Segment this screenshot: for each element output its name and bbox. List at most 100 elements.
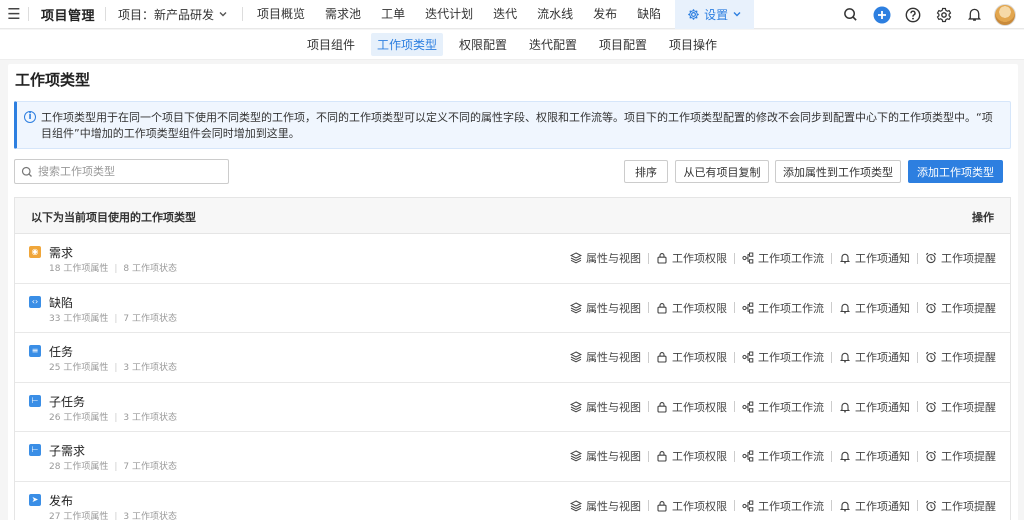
project-title: 项目管理 [41, 8, 96, 24]
tab-project-components[interactable]: 项目组件 [301, 33, 361, 56]
action-notifications[interactable]: 工作项通知 [839, 399, 910, 415]
action-label: 工作项提醒 [941, 499, 996, 513]
action-workflow[interactable]: 工作项工作流 [742, 300, 824, 316]
state-count: 3 工作项状态 [123, 363, 177, 373]
type-name[interactable]: 任务 [49, 343, 73, 360]
action-workflow[interactable]: 工作项工作流 [742, 250, 824, 266]
work-item-type-table: 以下为当前项目使用的工作项类型 操作 ◉ 需求 18 工作项属性 | 8 工作项状态 属性… [14, 197, 1011, 520]
action-permissions[interactable]: 工作项权限 [656, 349, 727, 365]
search-input[interactable] [38, 165, 218, 178]
project-select[interactable]: 项目：新产品研发 [106, 6, 242, 23]
avatar[interactable] [994, 3, 1016, 26]
layers-icon [570, 400, 582, 413]
workflow-icon [742, 302, 754, 314]
type-name[interactable]: 缺陷 [49, 294, 73, 311]
table-row[interactable]: ⊢ 子需求 28 工作项属性 | 7 工作项状态 属性与视图 工作项权限 工作项工作流 工作项通… [15, 432, 1010, 482]
tab-project-operations[interactable]: 项目操作 [663, 33, 723, 56]
chevron-down-icon [219, 12, 227, 17]
nav-item-bugs[interactable]: 缺陷 [627, 0, 671, 29]
search-icon[interactable] [835, 0, 866, 29]
meta-separator: | [114, 363, 118, 373]
table-row[interactable]: ➤ 发布 27 工作项属性 | 3 工作项状态 属性与视图 工作项权限 工作项工作流 工作项通知… [15, 482, 1010, 520]
action-permissions[interactable]: 工作项权限 [656, 300, 727, 316]
action-workflow[interactable]: 工作项工作流 [742, 448, 824, 464]
top-nav: ☰ 项目管理 项目：新产品研发 项目概览 需求池 工单 迭代计划 迭代 流水线 … [0, 0, 1024, 29]
action-workflow[interactable]: 工作项工作流 [742, 498, 824, 514]
table-row[interactable]: ◉ 需求 18 工作项属性 | 8 工作项状态 属性与视图 工作项权限 工作项工作流 工作项通知… [15, 234, 1010, 284]
action-attributes-views[interactable]: 属性与视图 [570, 399, 641, 415]
action-attributes-views[interactable]: 属性与视图 [570, 250, 641, 266]
project-select-label: 项目：新产品研发 [118, 7, 215, 22]
sort-button[interactable]: 排序 [624, 160, 668, 183]
action-notifications[interactable]: 工作项通知 [839, 448, 910, 464]
send-icon: ➤ [29, 493, 41, 506]
help-icon[interactable] [897, 0, 928, 29]
nav-item-tickets[interactable]: 工单 [371, 0, 415, 29]
action-separator [831, 252, 832, 264]
action-reminders[interactable]: 工作项提醒 [925, 349, 996, 365]
search-box[interactable] [14, 159, 229, 184]
alarm-clock-icon [925, 500, 937, 512]
layers-icon [570, 499, 582, 512]
state-count: 7 工作项状态 [123, 313, 177, 324]
type-name[interactable]: 发布 [49, 492, 73, 509]
workflow-icon [742, 351, 754, 363]
table-row[interactable]: ⊢ 子任务 26 工作项属性 | 3 工作项状态 属性与视图 工作项权限 工作项工作流 工作项通… [15, 383, 1010, 432]
action-permissions[interactable]: 工作项权限 [656, 399, 727, 415]
type-meta: 25 工作项属性 | 3 工作项状态 [49, 360, 177, 373]
action-workflow[interactable]: 工作项工作流 [742, 399, 824, 415]
meta-separator: | [114, 462, 118, 472]
settings-subnav: 项目组件 工作项类型 权限配置 迭代配置 项目配置 项目操作 [0, 30, 1024, 60]
action-permissions[interactable]: 工作项权限 [656, 448, 727, 464]
action-attributes-views[interactable]: 属性与视图 [570, 448, 641, 464]
action-attributes-views[interactable]: 属性与视图 [570, 349, 641, 365]
nav-item-pipeline[interactable]: 流水线 [527, 0, 583, 29]
action-attributes-views[interactable]: 属性与视图 [570, 498, 641, 514]
nav-item-release[interactable]: 发布 [583, 0, 627, 29]
attr-count: 33 工作项属性 [49, 313, 109, 324]
bell-icon[interactable] [959, 0, 990, 29]
nav-item-sprint[interactable]: 迭代 [483, 0, 527, 29]
type-name[interactable]: 子需求 [49, 442, 85, 459]
lock-icon [656, 450, 668, 462]
menu-icon[interactable]: ☰ [0, 0, 28, 29]
nav-item-settings[interactable]: 设置 [675, 0, 755, 29]
tab-project-config[interactable]: 项目配置 [593, 33, 653, 56]
type-meta: 27 工作项属性 | 3 工作项状态 [49, 509, 177, 520]
action-label: 工作项提醒 [941, 252, 996, 265]
action-notifications[interactable]: 工作项通知 [839, 250, 910, 266]
action-reminders[interactable]: 工作项提醒 [925, 498, 996, 514]
action-permissions[interactable]: 工作项权限 [656, 250, 727, 266]
action-reminders[interactable]: 工作项提醒 [925, 300, 996, 316]
copy-from-project-button[interactable]: 从已有项目复制 [675, 160, 769, 183]
workflow-icon [742, 252, 754, 264]
action-label: 工作项工作流 [758, 400, 824, 414]
add-work-item-type-button[interactable]: 添加工作项类型 [908, 160, 1003, 183]
action-label: 工作项通知 [855, 450, 910, 463]
type-name[interactable]: 子任务 [49, 393, 85, 410]
nav-item-overview[interactable]: 项目概览 [243, 0, 315, 29]
action-reminders[interactable]: 工作项提醒 [925, 399, 996, 415]
action-workflow[interactable]: 工作项工作流 [742, 349, 824, 365]
table-row[interactable]: ‹› 缺陷 33 工作项属性 | 7 工作项状态 属性与视图 工作项权限 工作项工作流 工作项通… [15, 284, 1010, 333]
nav-item-backlog[interactable]: 需求池 [315, 0, 371, 29]
nav-item-sprint-plan[interactable]: 迭代计划 [415, 0, 483, 29]
action-attributes-views[interactable]: 属性与视图 [570, 300, 641, 316]
action-reminders[interactable]: 工作项提醒 [925, 250, 996, 266]
action-reminders[interactable]: 工作项提醒 [925, 448, 996, 464]
table-row[interactable]: ≡ 任务 25 工作项属性 | 3 工作项状态 属性与视图 工作项权限 工作项工作流 工作项通知… [15, 333, 1010, 383]
layers-icon [570, 450, 582, 462]
action-notifications[interactable]: 工作项通知 [839, 349, 910, 365]
gear-icon[interactable] [928, 0, 959, 29]
row-actions: 属性与视图 工作项权限 工作项工作流 工作项通知 工作项提醒 [570, 448, 996, 464]
action-notifications[interactable]: 工作项通知 [839, 498, 910, 514]
tab-sprint-config[interactable]: 迭代配置 [523, 33, 583, 56]
add-attribute-button[interactable]: 添加属性到工作项类型 [775, 160, 901, 183]
action-notifications[interactable]: 工作项通知 [839, 300, 910, 316]
type-name[interactable]: 需求 [49, 244, 73, 261]
action-label: 工作项工作流 [758, 301, 824, 315]
tab-work-item-types[interactable]: 工作项类型 [370, 33, 443, 56]
tab-permissions[interactable]: 权限配置 [453, 33, 513, 56]
add-icon[interactable] [866, 0, 897, 29]
action-permissions[interactable]: 工作项权限 [656, 498, 727, 514]
